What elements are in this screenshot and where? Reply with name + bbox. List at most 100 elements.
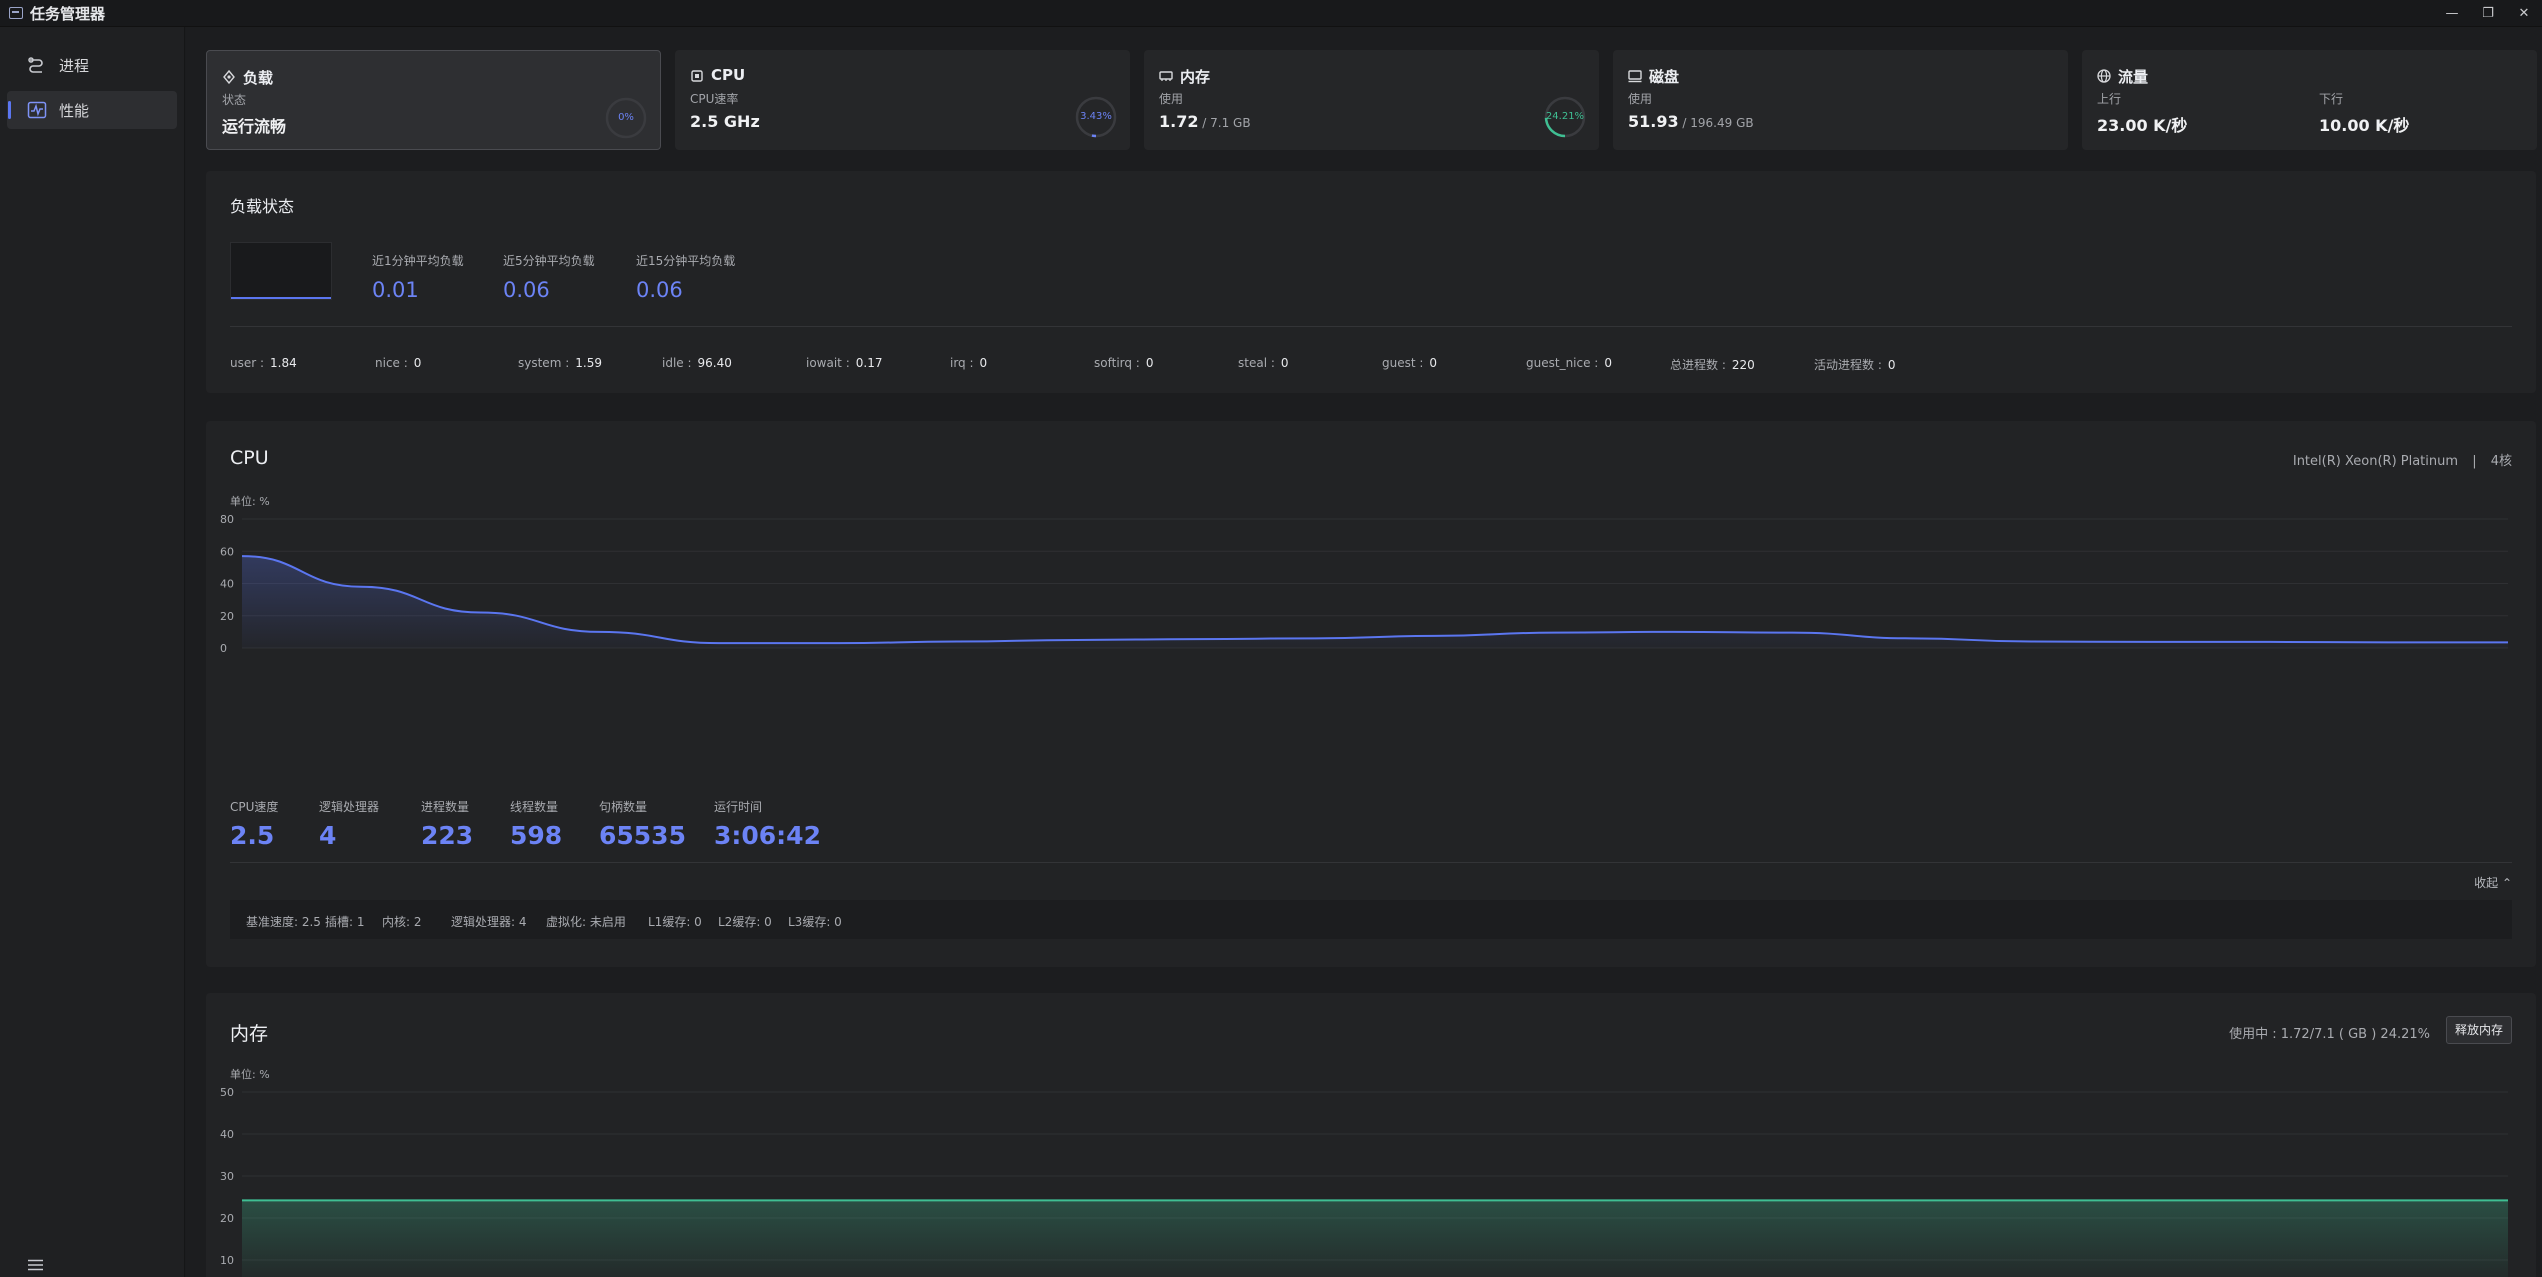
card-subtitle: CPU速率	[690, 92, 739, 106]
kv-softirq: softirq :0	[1094, 356, 1154, 370]
disk-total: / 196.49 GB	[1678, 116, 1754, 130]
load-15min: 近15分钟平均负载 0.06	[636, 252, 735, 302]
close-button[interactable]: ✕	[2506, 6, 2542, 21]
load-1min: 近1分钟平均负载 0.01	[372, 252, 464, 302]
cpu-model: Intel(R) Xeon(R) Platinum | 4核	[2293, 450, 2512, 469]
load-5min: 近5分钟平均负载 0.06	[503, 252, 595, 302]
kv-guest-nice: guest_nice :0	[1526, 356, 1612, 370]
sidebar: 进程 性能	[0, 27, 185, 1277]
menu-icon[interactable]	[28, 1259, 43, 1271]
network-card[interactable]: 流量 上行 23.00 K/秒 下行 10.00 K/秒	[2082, 50, 2537, 150]
memory-ring-label: 24.21%	[1545, 111, 1585, 122]
kv-steal: steal :0	[1238, 356, 1289, 370]
kv-guest: guest :0	[1382, 356, 1438, 370]
y-tick-label: 0	[220, 642, 227, 655]
stat-label: 近5分钟平均负载	[503, 254, 595, 268]
logical-processors: 逻辑处理器 4	[319, 800, 380, 850]
app-icon	[9, 7, 23, 19]
download-value: 10.00 K/秒	[2319, 116, 2410, 135]
process-icon	[28, 57, 43, 73]
kv-nice: nice :0	[375, 356, 422, 370]
stat-label: 近1分钟平均负载	[372, 254, 464, 268]
card-subtitle: 使用	[1159, 92, 1184, 106]
load-ring-label: 0%	[618, 112, 634, 123]
memory-card[interactable]: 内存 使用 1.72 / 7.1 GB 24.21%	[1144, 50, 1599, 150]
upload-value: 23.00 K/秒	[2097, 116, 2188, 135]
detail-l1-cache: L1缓存: 0	[648, 915, 702, 929]
card-value: 1.72 / 7.1 GB	[1159, 112, 1251, 131]
load-card[interactable]: 负载 状态 运行流畅 0%	[206, 50, 661, 150]
memory-icon	[1159, 71, 1173, 81]
memory-chart: 10 20 30 40 50	[220, 1086, 2508, 1277]
detail-cores: 内核: 2	[382, 915, 422, 929]
y-tick-label: 80	[220, 513, 234, 526]
download-label: 下行	[2319, 92, 2344, 106]
sidebar-item-label: 进程	[59, 56, 90, 75]
y-tick-label: 20	[220, 1212, 234, 1225]
process-count: 进程数量 223	[421, 800, 474, 850]
card-subtitle: 状态	[222, 93, 247, 107]
stat-label: 近15分钟平均负载	[636, 254, 736, 268]
detail-base-speed: 基准速度: 2.5	[246, 915, 321, 929]
y-tick-label: 40	[220, 1128, 234, 1141]
memory-usage: 使用中 : 1.72/7.1 ( GB ) 24.21%	[2229, 1027, 2430, 1042]
card-title: 内存	[1180, 68, 1211, 86]
disk-card[interactable]: 磁盘 使用 51.93 / 196.49 GB	[1613, 50, 2068, 150]
chart-unit: 单位: %	[230, 495, 270, 508]
divider	[230, 862, 2512, 863]
y-tick-label: 40	[220, 578, 234, 591]
cpu-details: 基准速度: 2.5 插槽: 1 内核: 2 逻辑处理器: 4 虚拟化: 未启用 …	[230, 900, 2512, 939]
globe-icon	[2097, 69, 2111, 83]
card-value: 2.5 GHz	[690, 112, 760, 131]
collapse-toggle[interactable]: 收起 ⌃	[2474, 874, 2512, 891]
kv-total-processes: 总进程数 :220	[1670, 358, 1755, 372]
cpu-ring-label: 3.43%	[1080, 111, 1112, 122]
card-value: 运行流畅	[222, 117, 287, 136]
disk-used: 51.93	[1628, 112, 1679, 131]
window-title: 任务管理器	[30, 4, 106, 23]
kv-irq: irq :0	[950, 356, 988, 370]
memory-used: 1.72	[1159, 112, 1199, 131]
minimize-button[interactable]: —	[2434, 6, 2470, 21]
card-title: 负载	[243, 69, 274, 87]
y-tick-label: 10	[220, 1254, 234, 1267]
section-title: CPU	[230, 447, 269, 469]
kv-idle: idle :96.40	[662, 356, 732, 370]
cpu-section: CPU Intel(R) Xeon(R) Platinum | 4核 单位: %…	[206, 421, 2536, 967]
kv-iowait: iowait :0.17	[806, 356, 883, 370]
detail-l3-cache: L3缓存: 0	[788, 915, 842, 929]
series-line	[241, 555, 2508, 645]
memory-section: 内存 使用中 : 1.72/7.1 ( GB ) 24.21% 释放内存 单位:…	[206, 993, 2536, 1277]
load-icon	[223, 70, 235, 84]
disk-icon	[1628, 70, 1642, 83]
y-tick-label: 30	[220, 1170, 234, 1183]
kv-system: system :1.59	[518, 356, 602, 370]
stat-value: 0.01	[372, 278, 419, 302]
card-title: CPU	[711, 66, 746, 84]
kv-active-processes: 活动进程数 :0	[1814, 358, 1896, 372]
card-value: 51.93 / 196.49 GB	[1628, 112, 1754, 131]
maximize-button[interactable]: ❐	[2470, 6, 2506, 21]
series-area	[242, 1200, 2508, 1277]
sidebar-item-performance[interactable]: 性能	[7, 91, 177, 129]
series-area	[242, 556, 2508, 648]
cpu-card[interactable]: CPU CPU速率 2.5 GHz 3.43%	[675, 50, 1130, 150]
y-tick-label: 20	[220, 610, 234, 623]
chart-unit: 单位: %	[230, 1068, 270, 1081]
uptime: 运行时间 3:06:42	[714, 800, 821, 850]
y-tick-label: 60	[220, 545, 234, 558]
main-content: 负载 状态 运行流畅 0% CPU CPU速率 2.5 GHz 3.43% 内存	[186, 27, 2542, 1277]
y-tick-label: 50	[220, 1086, 234, 1099]
detail-l2-cache: L2缓存: 0	[718, 915, 772, 929]
stat-value: 0.06	[503, 278, 550, 302]
cpu-icon	[691, 70, 703, 82]
card-subtitle: 使用	[1628, 92, 1653, 106]
release-memory-button[interactable]: 释放内存	[2445, 1016, 2512, 1044]
sidebar-item-process[interactable]: 进程	[7, 46, 177, 84]
load-status-section: 负载状态 近1分钟平均负载 0.01 近5分钟平均负载 0.06 近15分钟平均…	[206, 171, 2536, 393]
memory-total: / 7.1 GB	[1198, 116, 1251, 130]
section-title: 内存	[230, 1023, 269, 1045]
detail-virtualization: 虚拟化: 未启用	[546, 915, 626, 929]
upload-label: 上行	[2097, 92, 2122, 106]
thread-count: 线程数量 598	[510, 800, 563, 850]
